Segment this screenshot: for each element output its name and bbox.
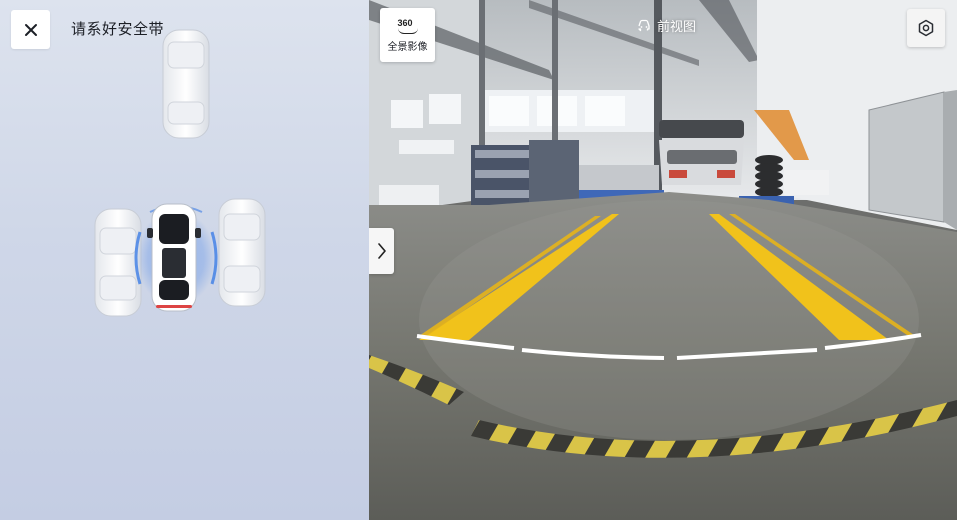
parked-car-right [218,198,266,307]
chevron-right-icon [377,243,386,259]
settings-button[interactable] [907,9,945,47]
close-button[interactable] [11,10,50,49]
hexagon-gear-icon [918,19,934,37]
parked-car-left [94,208,142,317]
seatbelt-warning: 请系好安全带 [71,21,165,38]
360-view-icon: 360 [397,17,418,34]
camera-view-label: 前视图 [657,19,697,34]
parking-overview-panel: 请系好安全带 [0,0,369,520]
car-front-icon [638,19,650,32]
close-icon [24,23,37,36]
camera-feed [369,0,957,520]
surround-view-label: 全景影像 [387,41,428,53]
360-icon-text: 360 [397,17,413,28]
parked-car-top [162,29,210,139]
expand-panel-button[interactable] [369,228,394,274]
camera-view-title: 前视图 [637,16,696,35]
surround-view-screen: 请系好安全带 360 全景影像 前视图 [0,0,957,520]
surround-view-button[interactable]: 360 全景影像 [380,8,435,62]
front-camera-view: 360 全景影像 前视图 [369,0,957,520]
parking-scene [94,29,266,317]
ego-vehicle [147,203,201,312]
